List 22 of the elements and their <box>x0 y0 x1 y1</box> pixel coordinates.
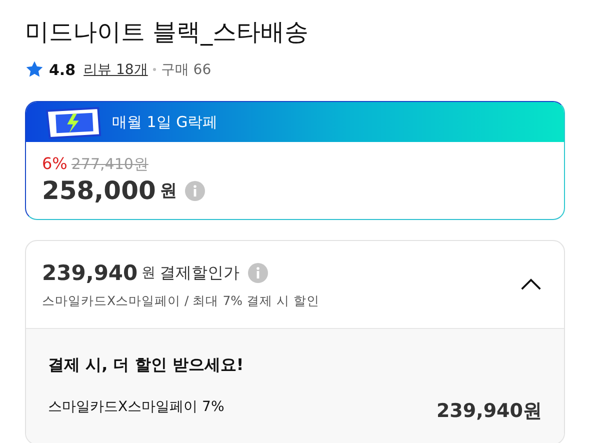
payment-subtitle: 스마일카드X스마일페이 / 최대 7% 결제 시 할인 <box>42 293 320 310</box>
star-icon <box>25 60 44 79</box>
offer-price: 239,940원 <box>436 399 542 424</box>
reviews-link[interactable]: 리뷰 18개 <box>84 60 148 78</box>
product-title: 미드나이트 블랙_스타배송 <box>25 17 310 48</box>
rating-score: 4.8 <box>49 60 76 78</box>
separator-dot <box>152 68 156 71</box>
sale-price: 258,000 <box>42 176 156 205</box>
info-icon[interactable] <box>184 180 205 200</box>
price-label: 결제할인가 <box>160 262 240 284</box>
logo-icon <box>44 106 102 138</box>
purchase-count: 구매 66 <box>160 60 212 78</box>
detail-title: 결제 시, 더 할인 받으세요! <box>48 355 245 376</box>
banner-title: 매월 1일 G락페 <box>112 112 218 132</box>
discount-rate: 6% <box>42 154 68 173</box>
currency-label: 원 <box>160 180 177 202</box>
original-price: 277,410원 <box>71 155 148 174</box>
chevron-icon[interactable] <box>520 278 542 291</box>
info-icon[interactable] <box>248 263 268 283</box>
offer-name: 스마일카드X스마일페이 7% <box>48 398 224 417</box>
discount-price: 239,940 <box>42 261 138 285</box>
currency-label: 원 <box>142 264 156 282</box>
